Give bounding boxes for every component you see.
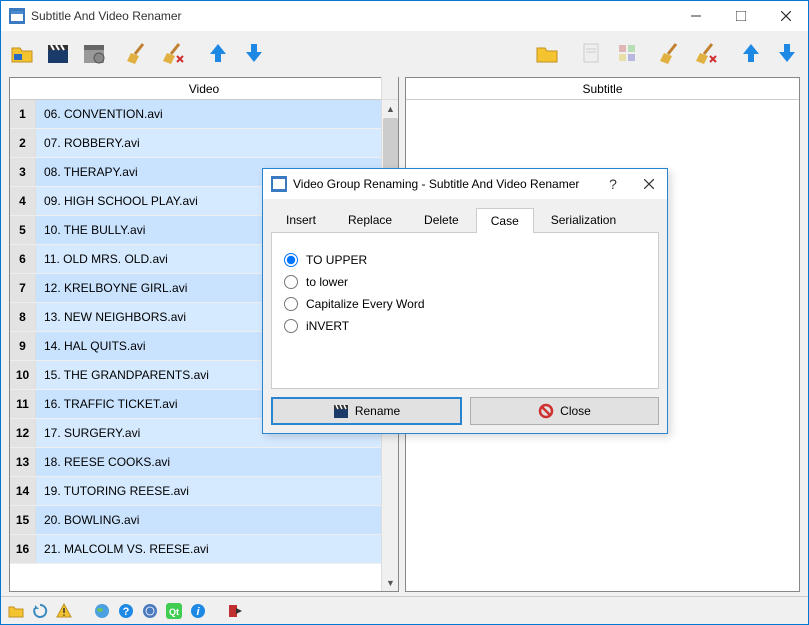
subtitle-color-button[interactable]	[610, 36, 644, 70]
radio-upper[interactable]: TO UPPER	[284, 253, 646, 267]
window-title: Subtitle And Video Renamer	[31, 9, 673, 23]
radio-invert[interactable]: iNVERT	[284, 319, 646, 333]
broom-button[interactable]	[121, 36, 155, 70]
row-number: 5	[10, 216, 36, 244]
video-header: Video	[10, 78, 398, 100]
dialog-icon	[271, 176, 287, 192]
row-number: 6	[10, 245, 36, 273]
sb-folder-icon[interactable]	[7, 602, 25, 620]
main-toolbar	[1, 31, 808, 75]
row-filename: 07. ROBBERY.avi	[36, 129, 398, 157]
subtitle-broom-remove-button[interactable]	[690, 36, 724, 70]
dialog-buttons: Rename Close	[263, 389, 667, 433]
table-row[interactable]: 1621. MALCOLM VS. REESE.avi	[10, 535, 398, 564]
close-dialog-button[interactable]: Close	[470, 397, 659, 425]
rename-button-label: Rename	[355, 404, 400, 418]
sb-un-icon[interactable]	[141, 602, 159, 620]
table-row[interactable]: 207. ROBBERY.avi	[10, 129, 398, 158]
row-number: 1	[10, 100, 36, 128]
clapper-button[interactable]	[41, 36, 75, 70]
row-number: 10	[10, 361, 36, 389]
subtitle-header: Subtitle	[406, 78, 799, 100]
main-titlebar: Subtitle And Video Renamer	[1, 1, 808, 31]
subtitle-move-up-button[interactable]	[734, 36, 768, 70]
app-icon	[9, 8, 25, 24]
svg-text:?: ?	[123, 606, 130, 618]
row-number: 13	[10, 448, 36, 476]
broom-remove-button[interactable]	[157, 36, 191, 70]
row-filename: 21. MALCOLM VS. REESE.avi	[36, 535, 398, 563]
row-number: 7	[10, 274, 36, 302]
row-number: 12	[10, 419, 36, 447]
dialog-close-button[interactable]	[631, 169, 667, 199]
dialog-body: TO UPPER to lower Capitalize Every Word …	[271, 233, 659, 389]
subtitle-doc-button[interactable]	[574, 36, 608, 70]
sb-info-icon[interactable]: i	[189, 602, 207, 620]
sb-globe-icon[interactable]	[93, 602, 111, 620]
radio-capitalize-input[interactable]	[284, 297, 298, 311]
radio-invert-input[interactable]	[284, 319, 298, 333]
table-row[interactable]: 106. CONVENTION.avi	[10, 100, 398, 129]
dialog-titlebar: Video Group Renaming - Subtitle And Vide…	[263, 169, 667, 199]
table-row[interactable]: 1520. BOWLING.avi	[10, 506, 398, 535]
row-filename: 06. CONVENTION.avi	[36, 100, 398, 128]
scroll-down-icon[interactable]: ▼	[382, 574, 399, 591]
table-row[interactable]: 1318. REESE COOKS.avi	[10, 448, 398, 477]
table-row[interactable]: 1419. TUTORING REESE.avi	[10, 477, 398, 506]
prohibit-icon	[538, 403, 554, 419]
tab-case[interactable]: Case	[476, 208, 534, 233]
move-up-button[interactable]	[201, 36, 235, 70]
subtitle-header-label: Subtitle	[582, 82, 622, 96]
svg-text:Qt: Qt	[169, 607, 179, 617]
tab-delete[interactable]: Delete	[409, 207, 474, 232]
row-number: 8	[10, 303, 36, 331]
dialog-tabs: Insert Replace Delete Case Serialization	[271, 207, 659, 233]
row-number: 4	[10, 187, 36, 215]
row-number: 11	[10, 390, 36, 418]
radio-capitalize[interactable]: Capitalize Every Word	[284, 297, 646, 311]
sb-qt-icon[interactable]: Qt	[165, 602, 183, 620]
sb-warning-icon[interactable]	[55, 602, 73, 620]
move-down-button[interactable]	[237, 36, 271, 70]
clapper-icon	[333, 403, 349, 419]
sb-exit-icon[interactable]	[227, 602, 245, 620]
close-button[interactable]	[763, 1, 808, 31]
dialog-help-button[interactable]: ?	[595, 169, 631, 199]
tab-replace[interactable]: Replace	[333, 207, 407, 232]
tab-insert[interactable]: Insert	[271, 207, 331, 232]
subtitle-move-down-button[interactable]	[770, 36, 804, 70]
clapper-settings-button[interactable]	[77, 36, 111, 70]
radio-lower[interactable]: to lower	[284, 275, 646, 289]
rename-dialog: Video Group Renaming - Subtitle And Vide…	[262, 168, 668, 434]
radio-lower-label: to lower	[306, 275, 348, 289]
row-number: 15	[10, 506, 36, 534]
radio-upper-input[interactable]	[284, 253, 298, 267]
minimize-button[interactable]	[673, 1, 718, 31]
close-dialog-button-label: Close	[560, 404, 591, 418]
row-number: 2	[10, 129, 36, 157]
row-number: 14	[10, 477, 36, 505]
row-filename: 18. REESE COOKS.avi	[36, 448, 398, 476]
row-number: 3	[10, 158, 36, 186]
folder-open-subtitle-button[interactable]	[530, 36, 564, 70]
sb-refresh-icon[interactable]	[31, 602, 49, 620]
row-number: 9	[10, 332, 36, 360]
dialog-title: Video Group Renaming - Subtitle And Vide…	[293, 177, 595, 191]
radio-invert-label: iNVERT	[306, 319, 349, 333]
subtitle-broom-button[interactable]	[654, 36, 688, 70]
row-filename: 19. TUTORING REESE.avi	[36, 477, 398, 505]
folder-open-video-button[interactable]	[5, 36, 39, 70]
status-bar: ? Qt i	[1, 596, 808, 624]
radio-upper-label: TO UPPER	[306, 253, 367, 267]
maximize-button[interactable]	[718, 1, 763, 31]
row-filename: 20. BOWLING.avi	[36, 506, 398, 534]
video-header-label: Video	[189, 82, 219, 96]
scroll-up-icon[interactable]: ▲	[382, 100, 399, 117]
sb-help-icon[interactable]: ?	[117, 602, 135, 620]
radio-lower-input[interactable]	[284, 275, 298, 289]
tab-serialization[interactable]: Serialization	[536, 207, 631, 232]
radio-capitalize-label: Capitalize Every Word	[306, 297, 425, 311]
row-number: 16	[10, 535, 36, 563]
rename-button[interactable]: Rename	[271, 397, 462, 425]
